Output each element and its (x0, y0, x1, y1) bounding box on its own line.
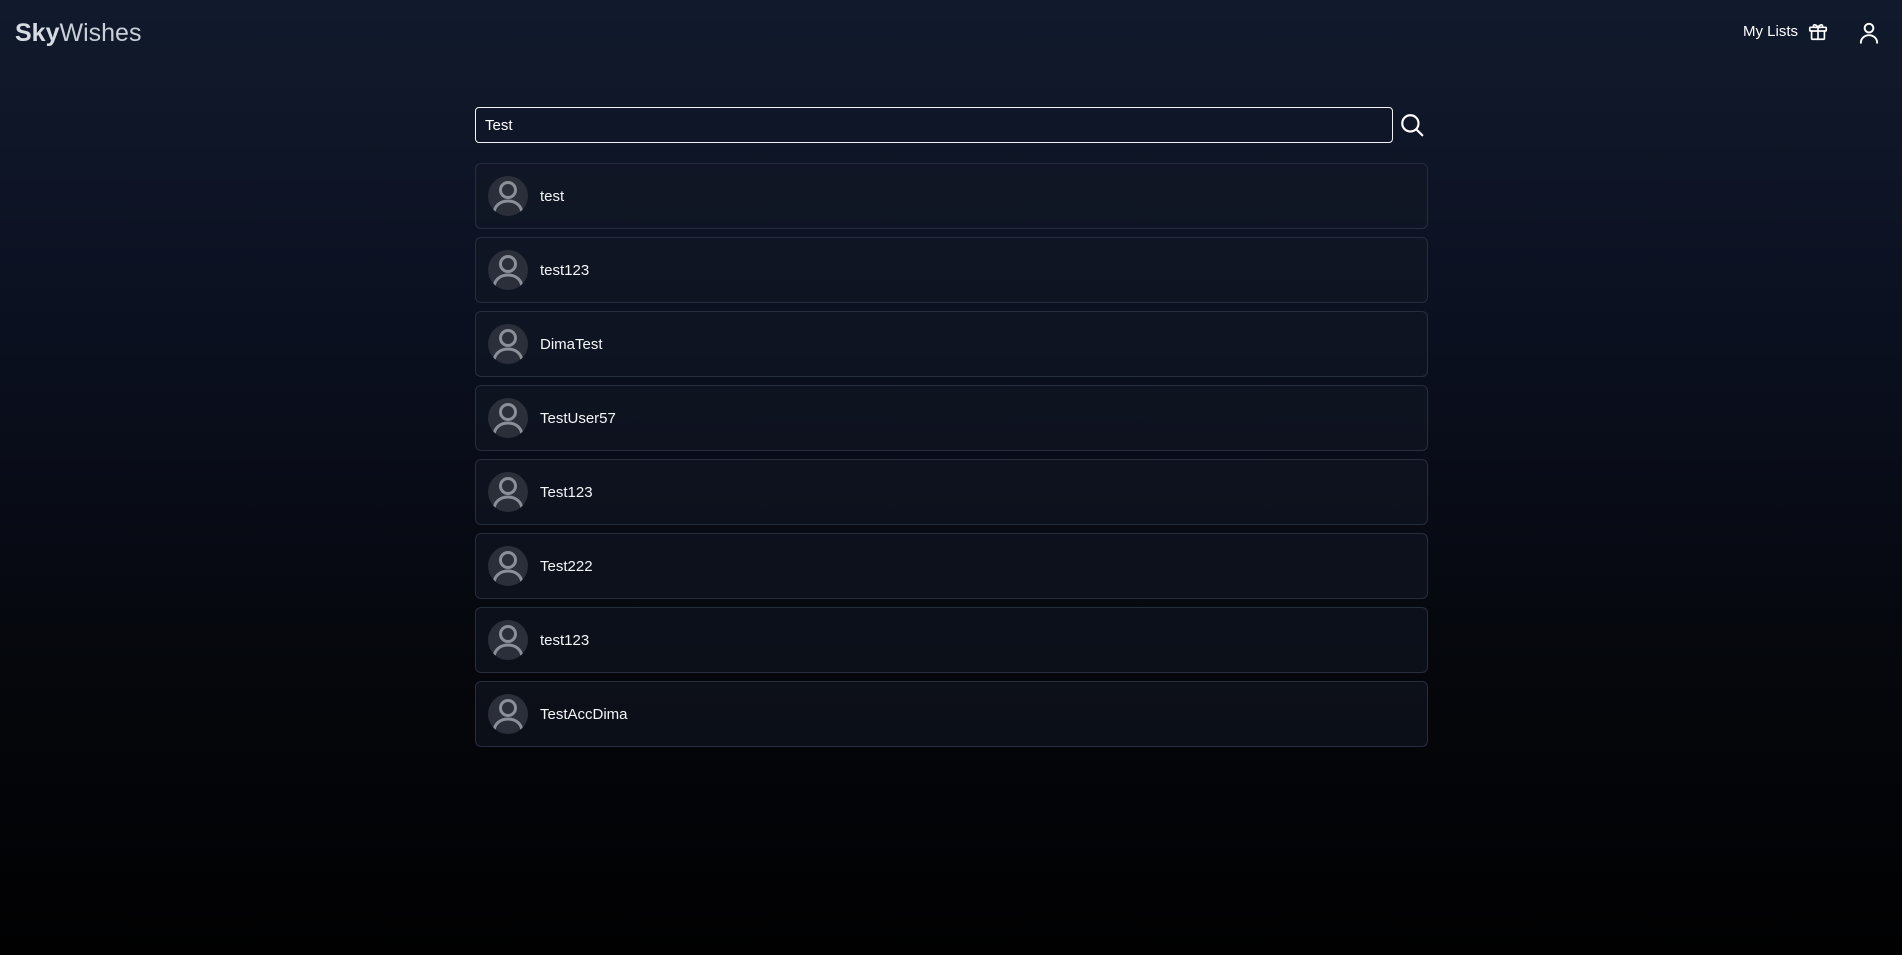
user-name: TestUser57 (540, 410, 616, 427)
my-lists-label: My Lists (1743, 22, 1799, 40)
user-avatar-icon (492, 255, 524, 289)
user-avatar-icon (492, 551, 524, 585)
user-name: test123 (540, 632, 590, 649)
user-name: TestAccDima (540, 706, 628, 723)
user-icon (1856, 20, 1886, 46)
user-avatar-icon (492, 181, 524, 215)
user-avatar-icon (492, 403, 524, 437)
avatar (488, 324, 528, 364)
search-icon (1399, 112, 1425, 138)
user-avatar-icon (492, 329, 524, 363)
app-logo[interactable]: SkyWishes (15, 18, 141, 48)
gift-icon (1807, 20, 1829, 42)
search-button[interactable] (1399, 112, 1425, 138)
avatar (488, 694, 528, 734)
user-result-item[interactable]: test (475, 163, 1428, 229)
user-name: Test123 (540, 484, 593, 501)
avatar (488, 398, 528, 438)
top-nav: SkyWishes My Lists (0, 0, 1902, 68)
user-result-item[interactable]: TestUser57 (475, 385, 1428, 451)
my-lists-link[interactable]: My Lists (1743, 20, 1829, 42)
avatar (488, 250, 528, 290)
user-avatar-icon (492, 699, 524, 733)
avatar (488, 620, 528, 660)
user-name: Test222 (540, 558, 593, 575)
user-result-item[interactable]: test123 (475, 237, 1428, 303)
user-avatar-icon (492, 625, 524, 659)
user-result-item[interactable]: TestAccDima (475, 681, 1428, 747)
user-results-list: test test123 DimaTest TestUser57 Test123… (475, 163, 1428, 755)
logo-light-text: Wishes (59, 19, 142, 47)
user-name: test123 (540, 262, 590, 279)
user-result-item[interactable]: Test222 (475, 533, 1428, 599)
user-name: DimaTest (540, 336, 603, 353)
search-bar (475, 107, 1429, 143)
avatar (488, 546, 528, 586)
logo-bold-text: Sky (15, 19, 60, 47)
avatar (488, 472, 528, 512)
user-name: test (540, 188, 565, 205)
user-result-item[interactable]: DimaTest (475, 311, 1428, 377)
user-result-item[interactable]: Test123 (475, 459, 1428, 525)
search-input[interactable] (475, 107, 1393, 143)
profile-button[interactable] (1856, 20, 1886, 50)
avatar (488, 176, 528, 216)
user-avatar-icon (492, 477, 524, 511)
user-result-item[interactable]: test123 (475, 607, 1428, 673)
